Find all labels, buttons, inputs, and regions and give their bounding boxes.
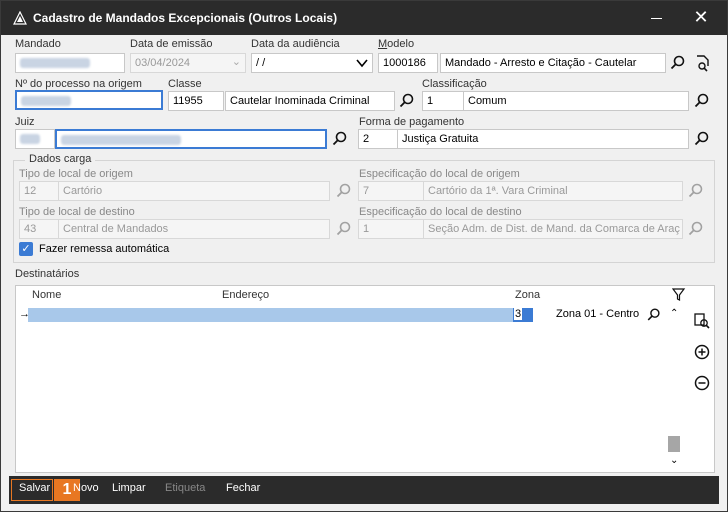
- new-button[interactable]: Novo: [73, 482, 99, 494]
- modelo-desc-field: Mandado - Arresto e Citação - Cautelar: [440, 53, 666, 73]
- destinatarios-grid[interactable]: Nome Endereço Zona → 3 Zona 01 - Centro …: [15, 285, 715, 473]
- juiz-label: Juiz: [15, 116, 35, 128]
- processo-field[interactable]: [15, 90, 163, 110]
- mandado-field[interactable]: [15, 53, 125, 73]
- document-search-icon[interactable]: [694, 54, 712, 72]
- tipo-destino-code-field: 43: [19, 219, 59, 239]
- column-header-endereco[interactable]: Endereço: [222, 289, 269, 301]
- app-logo-icon: [13, 11, 27, 25]
- data-emissao-field: 03/04/2024 ⌄: [130, 53, 246, 73]
- search-icon[interactable]: [331, 130, 349, 148]
- espec-origem-label: Especificação do local de origem: [359, 168, 520, 180]
- window-title: Cadastro de Mandados Excepcionais (Outro…: [33, 11, 338, 25]
- dialog-window: Cadastro de Mandados Excepcionais (Outro…: [0, 0, 728, 512]
- destinatarios-label: Destinatários: [15, 268, 80, 280]
- close-footer-button[interactable]: Fechar: [226, 482, 260, 494]
- tipo-origem-code-field: 12: [19, 181, 59, 201]
- search-icon[interactable]: [646, 307, 662, 323]
- chevron-down-icon[interactable]: [356, 58, 368, 68]
- zona-code-cell[interactable]: 3: [514, 308, 523, 320]
- processo-label: Nº do processo na origem: [15, 78, 142, 90]
- scrollbar-thumb[interactable]: [668, 436, 680, 452]
- scroll-down-icon[interactable]: ⌄: [670, 455, 678, 466]
- mandado-label: Mandado: [15, 38, 61, 50]
- search-icon[interactable]: [693, 92, 711, 110]
- footer-bar: Salvar 1 Novo Limpar Etiqueta Fechar: [9, 476, 719, 504]
- classe-code-field[interactable]: 11955: [168, 91, 224, 111]
- classe-desc-field: Cautelar Inominada Criminal: [225, 91, 395, 111]
- juiz-name-field[interactable]: [55, 129, 327, 149]
- search-icon[interactable]: [669, 54, 687, 72]
- remessa-checkbox[interactable]: ✓: [19, 242, 33, 256]
- tipo-origem-desc-field: Cartório: [58, 181, 330, 201]
- column-header-nome[interactable]: Nome: [32, 289, 61, 301]
- modelo-code-field[interactable]: 1000186: [378, 53, 438, 73]
- search-icon: [335, 220, 353, 238]
- clear-button[interactable]: Limpar: [112, 482, 146, 494]
- espec-origem-code-field: 7: [358, 181, 424, 201]
- data-audiencia-field[interactable]: / /: [251, 53, 373, 73]
- row-selection: [28, 308, 518, 322]
- remessa-label: Fazer remessa automática: [39, 243, 170, 255]
- scroll-up-icon[interactable]: ⌃: [670, 308, 678, 319]
- classificacao-label: Classificação: [422, 78, 487, 90]
- classe-label: Classe: [168, 78, 202, 90]
- zoom-document-icon[interactable]: [693, 312, 711, 330]
- forma-pagamento-label: Forma de pagamento: [359, 116, 465, 128]
- add-circle-icon[interactable]: [693, 343, 711, 361]
- classificacao-desc-field: Comum: [463, 91, 689, 111]
- espec-destino-desc-field: Seção Adm. de Dist. de Mand. da Comarca …: [423, 219, 683, 239]
- espec-origem-desc-field: Cartório da 1ª. Vara Criminal: [423, 181, 683, 201]
- espec-destino-label: Especificação do local de destino: [359, 206, 522, 218]
- data-emissao-label: Data de emissão: [130, 38, 213, 50]
- tipo-origem-label: Tipo de local de origem: [19, 168, 133, 180]
- close-button[interactable]: ✕: [685, 1, 717, 35]
- chevron-down-icon: ⌄: [231, 56, 241, 68]
- search-icon: [687, 220, 705, 238]
- save-button[interactable]: Salvar: [19, 482, 50, 494]
- search-icon: [687, 182, 705, 200]
- espec-destino-code-field: 1: [358, 219, 424, 239]
- minimize-button[interactable]: [641, 1, 671, 35]
- label-button: Etiqueta: [165, 482, 206, 494]
- classificacao-code-field[interactable]: 1: [422, 91, 464, 111]
- title-bar: Cadastro de Mandados Excepcionais (Outro…: [1, 1, 727, 35]
- remove-circle-icon[interactable]: [693, 374, 711, 392]
- zona-desc-cell: Zona 01 - Centro: [556, 308, 640, 320]
- search-icon[interactable]: [398, 92, 416, 110]
- grid-header: Nome Endereço Zona: [16, 286, 714, 304]
- zona-cell-highlight: 3: [513, 308, 533, 322]
- modelo-label: Modelo: [378, 38, 415, 50]
- search-icon[interactable]: [693, 130, 711, 148]
- forma-pagamento-code-field[interactable]: 2: [358, 129, 398, 149]
- juiz-code-field[interactable]: [15, 129, 55, 149]
- tipo-destino-desc-field: Central de Mandados: [58, 219, 330, 239]
- filter-icon[interactable]: [672, 288, 686, 302]
- forma-pagamento-desc-field: Justiça Gratuita: [397, 129, 689, 149]
- column-header-zona[interactable]: Zona: [515, 289, 540, 301]
- tipo-destino-label: Tipo de local de destino: [19, 206, 135, 218]
- search-icon: [335, 182, 353, 200]
- dados-carga-title: Dados carga: [25, 153, 96, 165]
- data-audiencia-label: Data da audiência: [251, 38, 340, 50]
- vertical-scrollbar[interactable]: ⌃ ⌄: [666, 306, 684, 471]
